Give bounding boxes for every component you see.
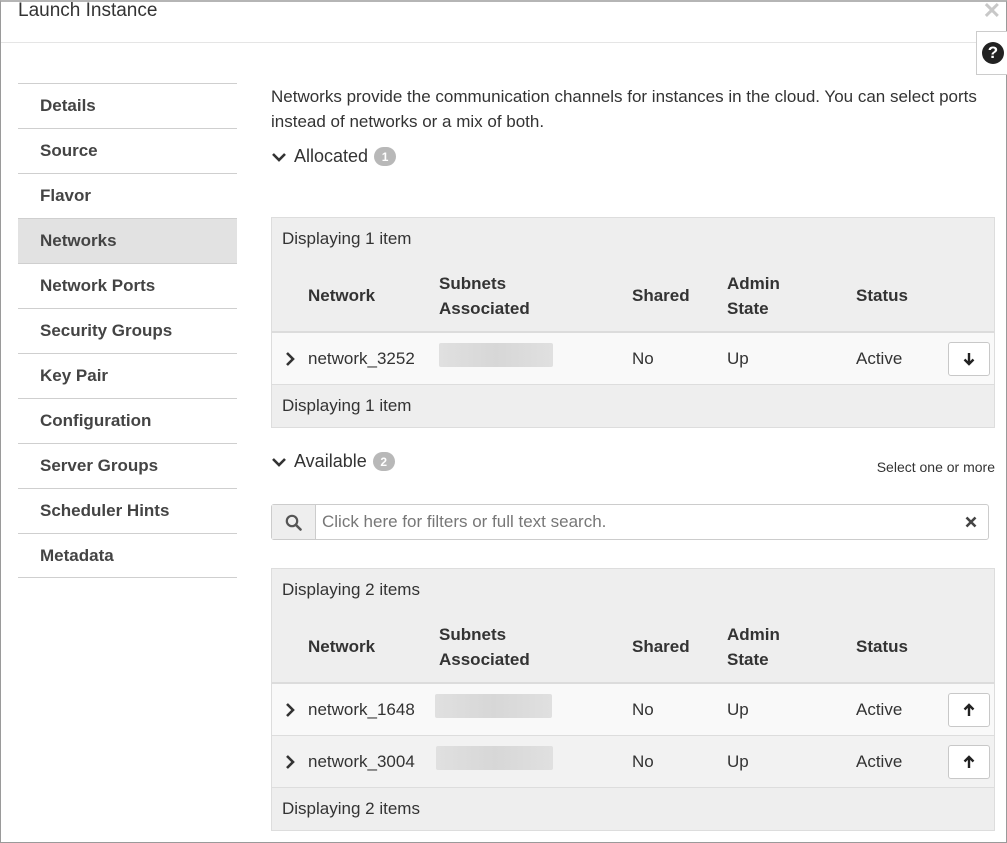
allocated-count-badge: 1 [374, 147, 397, 166]
header-divider [1, 42, 1006, 43]
row-admin-state: Up [727, 752, 749, 771]
table-header: Network Subnets Associated Shared Admin St… [272, 260, 994, 333]
allocated-display-count-top: Displaying 1 item [282, 229, 412, 248]
sidebar-item-details[interactable]: Details [18, 83, 237, 128]
row-expand-toggle[interactable] [272, 702, 308, 718]
allocate-button[interactable] [948, 692, 990, 727]
available-table: Displaying 2 items Network Subnets Associ… [271, 568, 995, 831]
networks-description: Networks provide the communication chann… [271, 87, 977, 131]
allocated-label: Allocated [294, 146, 369, 166]
row-expand-toggle[interactable] [272, 351, 308, 367]
sidebar-item-flavor[interactable]: Flavor [18, 173, 237, 218]
col-subnets[interactable]: Subnets Associated [439, 622, 632, 672]
row-network-name: network_1648 [308, 699, 415, 719]
sidebar-item-server-groups[interactable]: Server Groups [18, 443, 237, 488]
row-network-name: network_3252 [308, 348, 415, 368]
clear-x-icon[interactable] [954, 505, 988, 539]
search-input[interactable] [316, 505, 954, 539]
deallocate-button[interactable] [948, 341, 990, 376]
table-row: network_3252 No Up Active [272, 333, 994, 385]
col-network[interactable]: Network [308, 286, 439, 306]
sidebar-item-networks[interactable]: Networks [18, 218, 237, 263]
col-network[interactable]: Network [308, 637, 439, 657]
col-admin-state[interactable]: Admin State [727, 622, 856, 672]
chevron-right-icon [286, 702, 295, 717]
row-subnets-redacted [435, 694, 632, 725]
allocated-table: Displaying 1 item Network Subnets Associa… [271, 217, 995, 428]
sidebar-item-security-groups[interactable]: Security Groups [18, 308, 237, 353]
available-display-count-bottom: Displaying 2 items [282, 799, 420, 818]
col-status[interactable]: Status [856, 286, 944, 306]
col-shared[interactable]: Shared [632, 286, 727, 306]
sidebar-item-configuration[interactable]: Configuration [18, 398, 237, 443]
sidebar-item-metadata[interactable]: Metadata [18, 533, 237, 578]
row-subnets-redacted [436, 746, 632, 777]
allocated-display-count-bottom: Displaying 1 item [282, 396, 412, 415]
row-subnets-redacted [439, 343, 632, 374]
search-bar [271, 504, 989, 540]
row-admin-state: Up [727, 700, 749, 719]
chevron-right-icon [286, 351, 295, 366]
sidebar-item-key-pair[interactable]: Key Pair [18, 353, 237, 398]
search-icon[interactable] [272, 505, 316, 539]
row-status: Active [856, 751, 903, 771]
arrow-up-icon [963, 754, 975, 768]
sidebar-item-network-ports[interactable]: Network Ports [18, 263, 237, 308]
arrow-down-icon [963, 352, 975, 366]
col-status[interactable]: Status [856, 637, 944, 657]
arrow-up-icon [963, 702, 975, 716]
row-expand-toggle[interactable] [272, 754, 308, 770]
row-status: Active [856, 348, 903, 368]
help-button[interactable]: ? [976, 31, 1007, 75]
row-shared: No [632, 751, 654, 771]
row-network-name: network_3004 [308, 751, 415, 771]
wizard-sidebar: Details Source Flavor Networks Network P… [18, 83, 237, 578]
sidebar-item-scheduler-hints[interactable]: Scheduler Hints [18, 488, 237, 533]
close-icon[interactable]: ✕ [983, 0, 1001, 24]
chevron-down-icon [272, 152, 286, 162]
sidebar-item-source[interactable]: Source [18, 128, 237, 173]
select-hint: Select one or more [876, 459, 995, 475]
table-row: network_3004 No Up Active [272, 736, 994, 788]
available-display-count-top: Displaying 2 items [282, 580, 420, 599]
allocate-button[interactable] [948, 744, 990, 779]
col-shared[interactable]: Shared [632, 637, 727, 657]
chevron-down-icon [272, 457, 286, 467]
col-subnets[interactable]: Subnets Associated [439, 271, 632, 321]
available-toggle[interactable]: Available 2 [271, 451, 395, 472]
row-shared: No [632, 348, 654, 368]
available-label: Available [294, 451, 367, 471]
allocated-toggle[interactable]: Allocated 1 [271, 146, 397, 167]
modal-title: Launch Instance [18, 0, 158, 21]
table-row: network_1648 No Up Active [272, 684, 994, 736]
available-count-badge: 2 [372, 452, 395, 471]
table-header: Network Subnets Associated Shared Admin St… [272, 611, 994, 684]
help-icon: ? [982, 42, 1004, 64]
chevron-right-icon [286, 754, 295, 769]
row-admin-state: Up [727, 349, 749, 368]
row-status: Active [856, 699, 903, 719]
row-shared: No [632, 699, 654, 719]
col-admin-state[interactable]: Admin State [727, 271, 856, 321]
